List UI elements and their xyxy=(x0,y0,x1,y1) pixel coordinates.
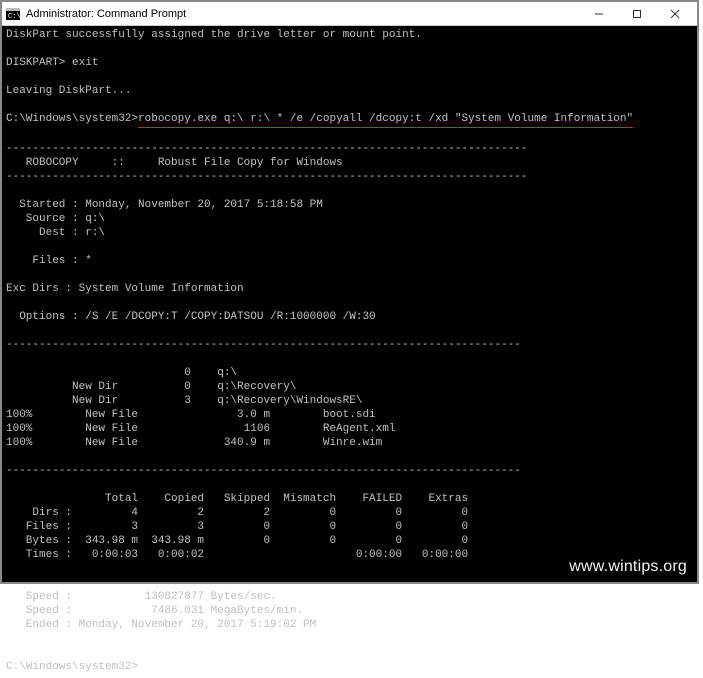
window-title: Administrator: Command Prompt xyxy=(26,8,587,20)
output-line: New Dir 0 q:\Recovery\ xyxy=(6,381,296,393)
close-button[interactable] xyxy=(663,4,687,24)
output-line: Exc Dirs : System Volume Information xyxy=(6,283,244,295)
cmd-icon: C:\ xyxy=(6,7,20,21)
window-controls xyxy=(587,4,693,24)
output-line: ----------------------------------------… xyxy=(6,171,528,183)
stats-files: Files : 3 3 0 0 0 0 xyxy=(6,521,468,533)
watermark: www.wintips.org xyxy=(569,558,687,576)
output-line: New Dir 3 q:\Recovery\WindowsRE\ xyxy=(6,395,362,407)
terminal-output[interactable]: DiskPart successfully assigned the drive… xyxy=(2,26,697,678)
command-prompt-window: C:\ Administrator: Command Prompt DiskPa… xyxy=(0,0,699,584)
output-line: 100% New File 3.0 m boot.sdi xyxy=(6,409,376,421)
output-line: Started : Monday, November 20, 2017 5:18… xyxy=(6,199,323,211)
stats-times: Times : 0:00:03 0:00:02 0:00:00 0:00:00 xyxy=(6,549,468,561)
maximize-button[interactable] xyxy=(625,4,649,24)
robocopy-command: robocopy.exe q:\ r:\ * /e /copyall /dcop… xyxy=(138,112,633,128)
output-line: Options : /S /E /DCOPY:T /COPY:DATSOU /R… xyxy=(6,311,376,323)
prompt-text: C:\Windows\system32> xyxy=(6,113,138,125)
output-line: 100% New File 1106 ReAgent.xml xyxy=(6,423,395,435)
prompt-text: C:\Windows\system32> xyxy=(6,661,138,673)
output-line: 100% New File 340.9 m Winre.wim xyxy=(6,437,382,449)
output-line: DiskPart successfully assigned the drive… xyxy=(6,29,422,41)
svg-text:C:\: C:\ xyxy=(8,13,20,20)
output-line: DISKPART> exit xyxy=(6,57,98,69)
stats-header: Total Copied Skipped Mismatch FAILED Ext… xyxy=(6,493,468,505)
output-line: Ended : Monday, November 20, 2017 5:19:0… xyxy=(6,619,316,631)
titlebar: C:\ Administrator: Command Prompt xyxy=(2,2,697,26)
output-line: Source : q:\ xyxy=(6,213,105,225)
output-line: ----------------------------------------… xyxy=(6,465,521,477)
output-line: Speed : 7486.031 MegaBytes/min. xyxy=(6,605,303,617)
stats-bytes: Bytes : 343.98 m 343.98 m 0 0 0 0 xyxy=(6,535,468,547)
output-line: Speed : 130827877 Bytes/sec. xyxy=(6,591,277,603)
output-line: ----------------------------------------… xyxy=(6,143,528,155)
output-line: Dest : r:\ xyxy=(6,227,105,239)
minimize-button[interactable] xyxy=(587,4,611,24)
output-line: ----------------------------------------… xyxy=(6,339,521,351)
output-line: Leaving DiskPart... xyxy=(6,85,131,97)
output-line: 0 q:\ xyxy=(6,367,237,379)
stats-dirs: Dirs : 4 2 2 0 0 0 xyxy=(6,507,468,519)
output-line: ROBOCOPY :: Robust File Copy for Windows xyxy=(6,157,343,169)
output-line: Files : * xyxy=(6,255,92,267)
